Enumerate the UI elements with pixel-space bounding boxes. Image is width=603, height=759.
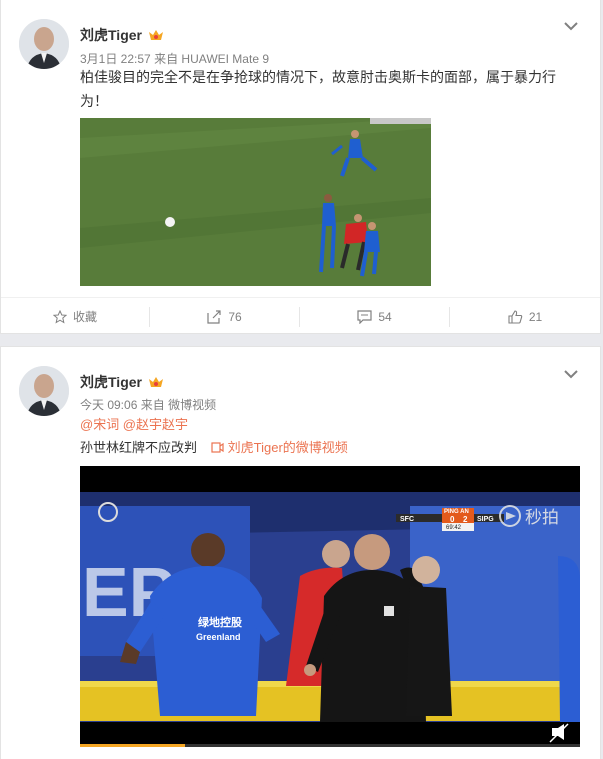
comment-button[interactable]: 54: [300, 298, 449, 335]
post-text: 柏佳骏目的完全不是在争抢球的情况下，故意肘击奥斯卡的面部，属于暴力行为！: [80, 69, 556, 109]
watermark-text: 秒拍: [525, 508, 559, 528]
video-link[interactable]: 刘虎Tiger的微博视频: [211, 440, 348, 455]
star-icon: [52, 309, 67, 324]
post-source[interactable]: 微博视频: [168, 398, 216, 412]
weibo-post-2: 刘虎Tiger 今天 09:06 来自 微博视频 @宋词 @赵宇赵宇 孙世林红牌…: [0, 346, 601, 759]
comment-count: 54: [378, 309, 392, 324]
video-icon: [211, 442, 224, 453]
jersey-sponsor-text: 绿地控股: [198, 615, 243, 629]
video-progress-fill: [80, 744, 185, 747]
video-player[interactable]: EP 绿地控股 Greenland PING AN SFC 0 2 SIPG 6…: [80, 466, 580, 747]
weibo-post-1: 刘虎Tiger 3月1日 22:57 来自 HUAWEI Mate 9 柏佳骏目…: [0, 0, 601, 334]
score-away: 2: [463, 515, 468, 524]
chevron-down-icon[interactable]: [564, 18, 578, 31]
source-prefix: 来自: [140, 398, 165, 412]
home-team: SFC: [400, 516, 414, 523]
comment-icon: [357, 309, 372, 324]
post-image[interactable]: [80, 118, 431, 286]
vip-crown-icon: [148, 377, 163, 387]
match-clock: 69:42: [446, 525, 462, 531]
repost-count: 76: [228, 309, 242, 324]
favorite-label: 收藏: [72, 310, 97, 324]
thumbs-up-icon: [508, 309, 523, 324]
author-name[interactable]: 刘虎Tiger: [80, 25, 164, 45]
score-home: 0: [450, 515, 455, 524]
action-bar: 收藏 76 54 21: [1, 297, 600, 335]
avatar[interactable]: [19, 19, 69, 69]
repost-button[interactable]: 76: [150, 298, 299, 335]
post-text-line: 孙世林红牌不应改判 刘虎Tiger的微博视频: [80, 436, 570, 460]
jersey-sponsor-en-text: Greenland: [196, 632, 241, 642]
post-time[interactable]: 3月1日 22:57: [80, 52, 151, 66]
source-prefix: 来自: [154, 52, 179, 66]
chevron-down-icon[interactable]: [564, 366, 578, 379]
repost-icon: [207, 309, 221, 324]
avatar[interactable]: [19, 366, 69, 416]
away-team: SIPG: [477, 516, 494, 523]
vip-crown-icon: [148, 30, 163, 40]
video-link-label: 刘虎Tiger的微博视频: [227, 440, 348, 455]
favorite-button[interactable]: 收藏: [1, 298, 149, 335]
post-time[interactable]: 今天 09:06: [80, 398, 137, 412]
post-text: 孙世林红牌不应改判: [80, 440, 198, 455]
post-source[interactable]: HUAWEI Mate 9: [181, 52, 269, 66]
like-button[interactable]: 21: [450, 298, 600, 335]
post-meta: 今天 09:06 来自 微博视频: [80, 396, 216, 413]
like-count: 21: [528, 309, 543, 324]
mentions[interactable]: @宋词 @赵宇赵宇: [80, 413, 570, 437]
video-frame: EP 绿地控股 Greenland PING AN SFC 0 2 SIPG 6…: [80, 466, 580, 747]
author-name[interactable]: 刘虎Tiger: [80, 372, 164, 392]
